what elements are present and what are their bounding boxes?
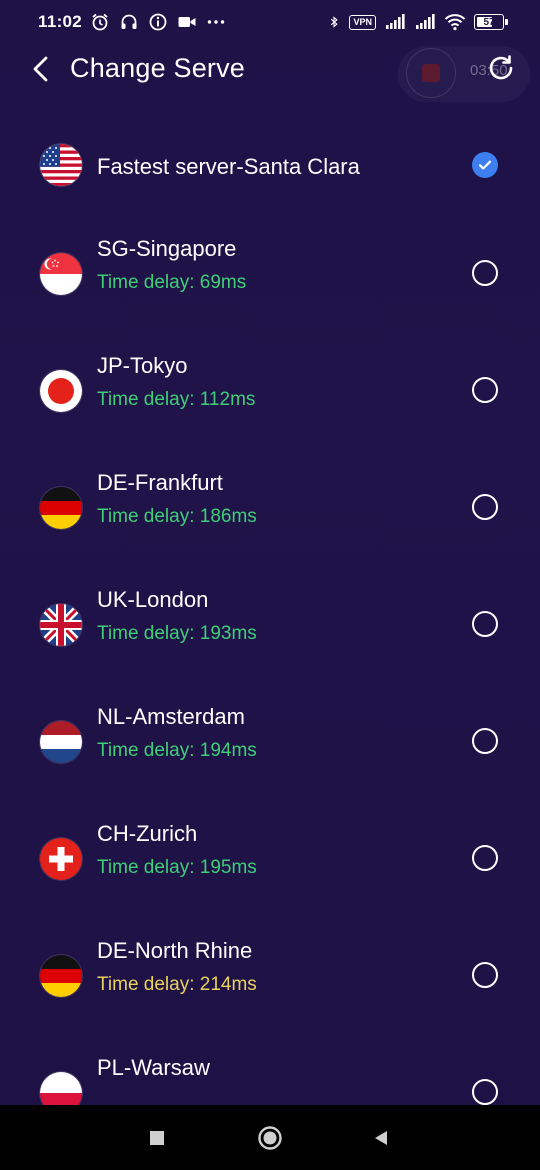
- uk-flag-icon: [40, 604, 82, 646]
- server-row-warsaw[interactable]: PL-Warsaw: [0, 1035, 540, 1105]
- record-stop-button[interactable]: [406, 48, 456, 98]
- radio-button[interactable]: [472, 845, 498, 871]
- app-header: Change Serve 03:50: [0, 46, 540, 102]
- server-list: Fastest server-Santa Clara SG-Singapore …: [0, 108, 540, 1105]
- server-name: UK-London: [97, 587, 209, 612]
- video-camera-icon: [177, 12, 197, 32]
- de-flag-icon: [40, 955, 82, 997]
- radio-button[interactable]: [472, 377, 498, 403]
- battery-level: 57: [483, 16, 495, 28]
- vpn-icon: VPN: [349, 14, 376, 30]
- back-nav-button[interactable]: [368, 1125, 394, 1151]
- refresh-icon: [489, 55, 513, 80]
- status-left-icons: [90, 12, 226, 32]
- sg-flag-icon: [40, 253, 82, 295]
- server-name: SG-Singapore: [97, 236, 237, 261]
- server-row-tokyo[interactable]: JP-Tokyo Time delay: 112ms: [0, 333, 540, 450]
- server-name: PL-Warsaw: [97, 1055, 210, 1080]
- radio-button[interactable]: [472, 494, 498, 520]
- chevron-left-icon: [33, 56, 48, 82]
- server-screen: 11:02 VPN 57 Change Serve 03:50 Fastest …: [0, 0, 540, 1105]
- server-name: NL-Amsterdam: [97, 704, 245, 729]
- pl-flag-icon: [40, 1072, 82, 1105]
- server-row-amsterdam[interactable]: NL-Amsterdam Time delay: 194ms: [0, 684, 540, 801]
- server-row-north-rhine[interactable]: DE-North Rhine Time delay: 214ms: [0, 918, 540, 1035]
- server-row-santa-clara[interactable]: Fastest server-Santa Clara: [0, 108, 540, 216]
- home-button[interactable]: [257, 1125, 283, 1151]
- more-dots-icon: [206, 12, 226, 32]
- back-triangle-icon: [375, 1131, 387, 1145]
- system-nav-bar: [0, 1105, 540, 1170]
- status-right-icons: VPN 57: [327, 12, 508, 32]
- page-title: Change Serve: [70, 53, 246, 83]
- bluetooth-icon: [327, 12, 341, 32]
- server-name: Fastest server-Santa Clara: [97, 154, 360, 179]
- ch-flag-icon: [40, 838, 82, 880]
- radio-button[interactable]: [472, 260, 498, 286]
- server-row-london[interactable]: UK-London Time delay: 193ms: [0, 567, 540, 684]
- recents-square-icon: [150, 1131, 164, 1145]
- headset-icon: [119, 12, 139, 32]
- signal-icon: [414, 12, 436, 32]
- recents-button[interactable]: [144, 1125, 170, 1151]
- radio-button[interactable]: [472, 962, 498, 988]
- wifi-icon: [444, 12, 466, 32]
- server-name: JP-Tokyo: [97, 353, 188, 378]
- server-row-zurich[interactable]: CH-Zurich Time delay: 195ms: [0, 801, 540, 918]
- nl-flag-icon: [40, 721, 82, 763]
- server-delay: Time delay: 194ms: [97, 740, 257, 761]
- server-name: CH-Zurich: [97, 821, 198, 846]
- signal-icon: [384, 12, 406, 32]
- radio-button[interactable]: [472, 611, 498, 637]
- radio-button[interactable]: [472, 1079, 498, 1105]
- server-name: DE-North Rhine: [97, 938, 253, 963]
- de-flag-icon: [40, 487, 82, 529]
- server-row-singapore[interactable]: SG-Singapore Time delay: 69ms: [0, 216, 540, 333]
- alarm-icon: [90, 12, 110, 32]
- status-time: 11:02: [38, 12, 83, 31]
- selected-check-icon[interactable]: [472, 152, 498, 178]
- stop-icon: [422, 64, 440, 82]
- back-button[interactable]: [24, 52, 58, 86]
- server-delay: Time delay: 193ms: [97, 623, 257, 644]
- refresh-button[interactable]: [484, 51, 518, 85]
- us-flag-icon: [40, 144, 82, 186]
- server-row-frankfurt[interactable]: DE-Frankfurt Time delay: 186ms: [0, 450, 540, 567]
- server-delay: Time delay: 186ms: [97, 506, 257, 527]
- status-bar: 11:02 VPN 57: [0, 0, 540, 46]
- server-delay: Time delay: 195ms: [97, 857, 257, 878]
- server-delay: Time delay: 69ms: [97, 272, 247, 293]
- radio-button[interactable]: [472, 728, 498, 754]
- battery-icon: 57: [474, 14, 508, 30]
- server-delay: Time delay: 112ms: [97, 389, 256, 410]
- info-icon: [148, 12, 168, 32]
- server-delay: Time delay: 214ms: [97, 974, 257, 995]
- home-circle-icon: [258, 1126, 282, 1150]
- server-name: DE-Frankfurt: [97, 470, 223, 495]
- jp-flag-icon: [40, 370, 82, 412]
